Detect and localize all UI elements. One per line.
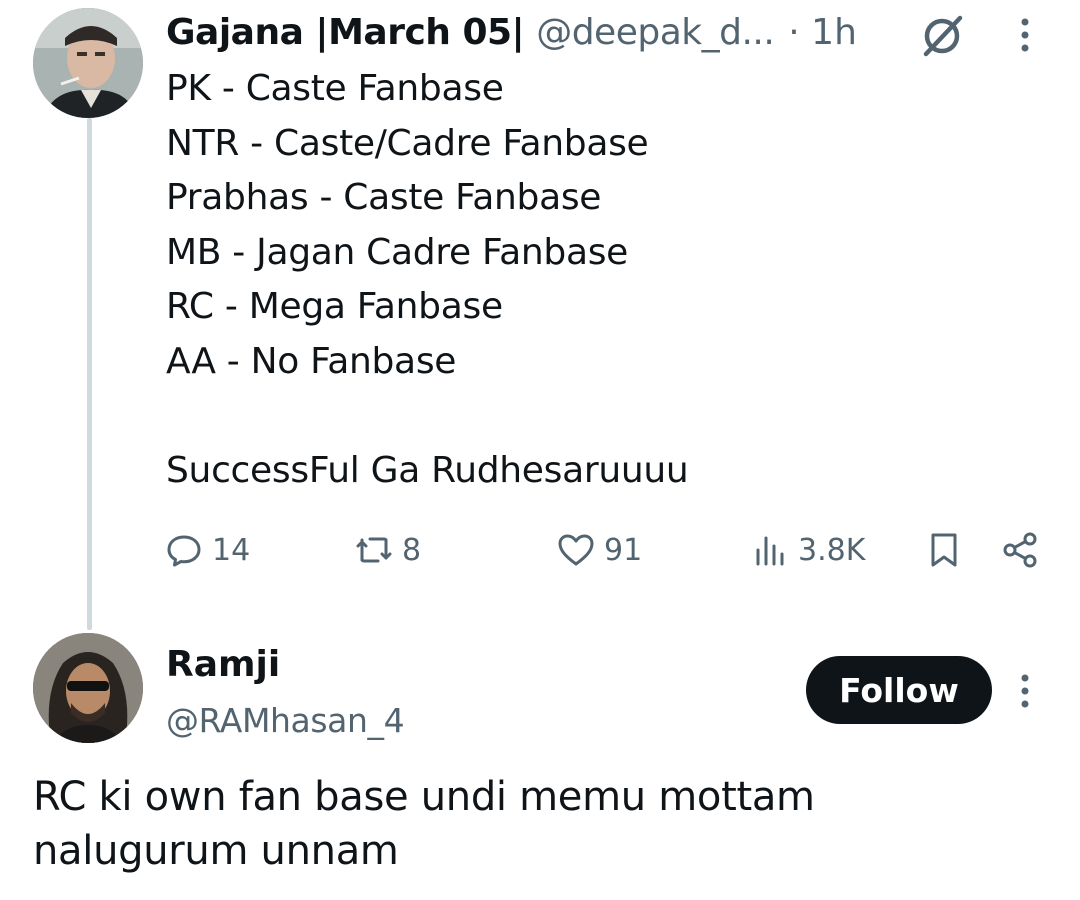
tweet-text-line: AA - No Fanbase — [166, 340, 457, 382]
tweet-text-line: Prabhas - Caste Fanbase — [166, 177, 602, 218]
share-button[interactable] — [1000, 522, 1040, 578]
avatar-image — [33, 633, 143, 743]
retweet-icon — [356, 537, 392, 563]
share-icon — [1003, 532, 1037, 568]
grok-icon[interactable] — [916, 12, 968, 58]
avatar[interactable] — [33, 633, 143, 743]
avatar[interactable] — [33, 8, 143, 118]
user-handle[interactable]: @deepak_d... — [536, 8, 775, 58]
retweet-button[interactable]: 8 — [354, 522, 421, 578]
bookmark-icon — [931, 533, 957, 567]
heart-icon — [558, 534, 594, 566]
retweet-count: 8 — [402, 532, 422, 568]
reply-count: 14 — [212, 532, 251, 568]
more-vertical-icon[interactable] — [1010, 12, 1040, 58]
more-vertical-icon[interactable] — [1010, 668, 1040, 714]
follow-button[interactable]: Follow — [806, 656, 992, 724]
tweet-text: RC ki own fan base undi memu mottam nalu… — [33, 770, 1033, 878]
tweet-text-line: SuccessFul Ga Rudhesaruuuu — [166, 449, 689, 491]
like-count: 91 — [604, 532, 643, 568]
avatar-image — [33, 8, 143, 118]
tweet-text-line: NTR - Caste/Cadre Fanbase — [166, 122, 649, 164]
tweet-text-line: nalugurum unnam — [33, 828, 399, 874]
tweet-text-line: RC - Mega Fanbase — [166, 286, 503, 327]
tweet-text-line: RC ki own fan base undi memu mottam — [33, 774, 815, 820]
tweet-text: PK - Caste Fanbase NTR - Caste/Cadre Fan… — [166, 62, 1026, 498]
tweet-text-line: MB - Jagan Cadre Fanbase — [166, 231, 629, 273]
views-button[interactable]: 3.8K — [750, 522, 865, 578]
reply-icon — [167, 535, 201, 567]
timestamp[interactable]: · 1h — [788, 8, 857, 58]
display-name[interactable]: Gajana |March 05| — [166, 8, 525, 58]
bookmark-button[interactable] — [924, 522, 964, 578]
user-handle[interactable]: @RAMhasan_4 — [166, 696, 405, 746]
tweet-header: Gajana |March 05| @deepak_d... · 1h — [166, 8, 886, 58]
tweet-thread-view: Gajana |March 05| @deepak_d... · 1h PK -… — [0, 0, 1080, 900]
reply-button[interactable]: 14 — [164, 522, 250, 578]
views-icon — [756, 536, 784, 566]
tweet-actions-bar: 14 8 91 3.8K — [0, 522, 1080, 578]
tweet-text-line: PK - Caste Fanbase — [166, 68, 504, 109]
views-count: 3.8K — [798, 532, 866, 568]
display-name[interactable]: Ramji — [166, 640, 280, 690]
like-button[interactable]: 91 — [556, 522, 642, 578]
